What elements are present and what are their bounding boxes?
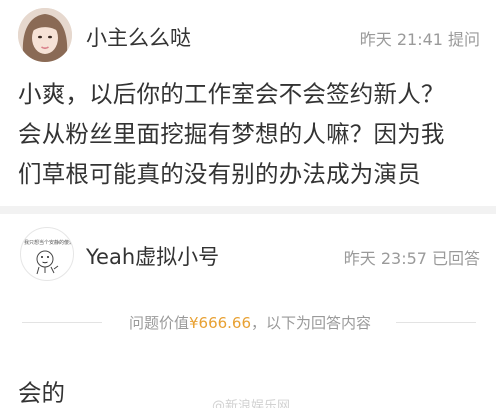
question-meta: 昨天 21:41 提问 — [360, 26, 480, 50]
question-text-line: 会从粉丝里面挖掘有梦想的人嘛？因为我 — [18, 120, 445, 148]
asker-avatar[interactable] — [18, 8, 72, 62]
question-time: 昨天 21:41 — [359, 30, 443, 49]
price-divider-left — [22, 322, 102, 323]
asker-name[interactable]: 小主么么哒 — [86, 22, 191, 52]
price-divider-right — [396, 322, 476, 323]
watermark: @新浪娱乐网 — [212, 399, 291, 408]
question-action: 提问 — [447, 30, 480, 49]
price-suffix: ，以下为回答内容 — [251, 314, 372, 332]
section-divider — [0, 206, 496, 214]
answer-card: 我只想当个安静的傻逼 Yeah虚拟小号 昨天 23:57 已回答 问题价值¥666… — [0, 214, 496, 408]
question-text: 小爽，以后你的工作室会不会签约新人？ 会从粉丝里面挖掘有梦想的人嘛？因为我 们草… — [18, 74, 484, 194]
answer-meta: 昨天 23:57 已回答 — [344, 245, 480, 269]
price-row: 问题价值¥666.66，以下为回答内容 — [0, 311, 496, 333]
cartoon-face-icon — [36, 250, 59, 275]
answerer-avatar[interactable]: 我只想当个安静的傻逼 — [20, 227, 74, 281]
answer-time: 昨天 23:57 — [343, 249, 427, 268]
price-prefix: 问题价值 — [128, 314, 189, 332]
weibo-qa-page: 小主么么哒 昨天 21:41 提问 小爽，以后你的工作室会不会签约新人？ 会从粉丝… — [0, 0, 496, 408]
answer-status: 已回答 — [431, 249, 480, 268]
price-text: 问题价值¥666.66，以下为回答内容 — [112, 312, 388, 333]
asker-avatar-image — [18, 8, 72, 62]
answer-text: 会的 — [18, 379, 65, 407]
question-text-line: 们草根可能真的没有别的办法成为演员 — [18, 160, 421, 188]
question-card: 小主么么哒 昨天 21:41 提问 小爽，以后你的工作室会不会签约新人？ 会从粉丝… — [0, 0, 496, 206]
answerer-name[interactable]: Yeah虚拟小号 — [86, 241, 219, 271]
price-value: ¥666.66 — [188, 314, 252, 332]
question-text-line: 小爽，以后你的工作室会不会签约新人？ — [18, 80, 445, 108]
